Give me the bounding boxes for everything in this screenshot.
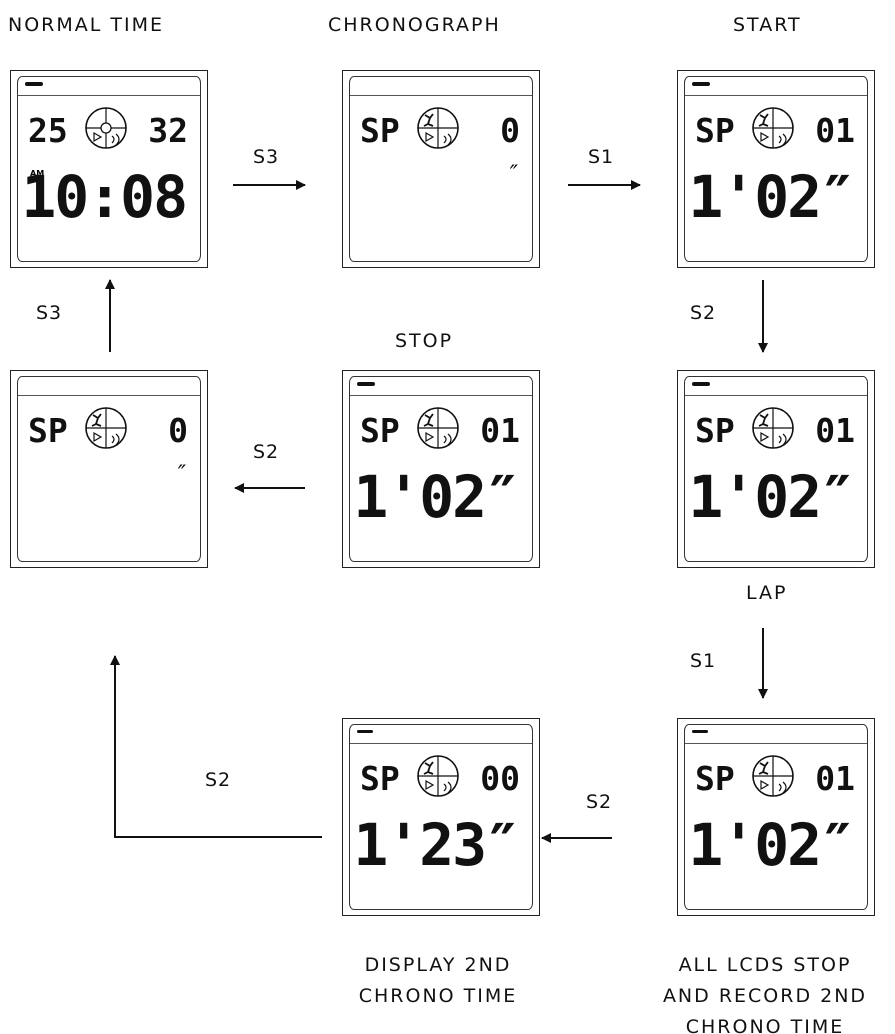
runner-dial-icon [416,406,460,450]
lcd-main-readout: 1'02″ [353,463,520,531]
runner-dial-blinking-icon [751,106,795,150]
lcd-screen: SP 00 1'23″ [349,724,533,910]
lcd-display-2nd-chrono: SP 00 1'23″ [342,718,540,916]
battery-icon [357,730,373,733]
lcd-top-right: 01 [815,411,855,450]
lcd-top-left: SP [360,759,400,798]
lcd-top-right: 32 [148,111,188,150]
battery-icon [25,82,43,86]
seconds-tick: ″ [509,162,518,187]
chronograph-flow-diagram: NORMAL TIME CHRONOGRAPH START STOP LAP D… [0,0,895,1034]
battery-icon [692,382,710,386]
lcd-top-left: 25 [28,111,68,150]
lcd-reset: SP 0 ″ [10,370,208,568]
runner-dial-icon [416,106,460,150]
lcd-screen: SP 0 ″ [17,376,201,562]
battery-icon [692,82,710,86]
lcd-top-right: 0 [168,411,188,450]
lcd-main-readout: 1'02″ [688,463,855,531]
lcd-top-right: 01 [480,411,520,450]
runner-dial-icon [416,754,460,798]
lcd-screen: 25 32 AM 10:08 [17,76,201,262]
lcd-normal-time: 25 32 AM 10:08 [10,70,208,268]
lcd-stop: SP 01 1'02″ [342,370,540,568]
lcd-top-left: SP [360,411,400,450]
lcd-record-2nd-chrono: SP 01 1'02″ [677,718,875,916]
seconds-tick: ″ [177,462,186,487]
lcd-top-right: 01 [815,111,855,150]
lcd-screen: SP 01 1'02″ [684,724,868,910]
lcd-main-readout: 10:08 [21,163,188,231]
mode-dial-icon [84,106,128,150]
lcd-main-readout: 1'23″ [353,811,520,879]
lcd-top-left: SP [360,111,400,150]
lcd-top-left: SP [695,111,735,150]
lcd-screen: SP 01 1'02″ [684,376,868,562]
battery-icon [692,730,708,733]
lcd-lap: SP 01 1'02″ [677,370,875,568]
lcd-top-left: SP [695,411,735,450]
lcd-main-readout: 1'02″ [688,811,855,879]
runner-dial-icon [751,754,795,798]
lcd-top-left: SP [28,411,68,450]
runner-dial-blinking-icon [751,406,795,450]
lcd-top-left: SP [695,759,735,798]
lcd-chronograph: SP 0 ″ [342,70,540,268]
lcd-main-readout: 1'02″ [688,163,855,231]
lcd-screen: SP 01 1'02″ [684,76,868,262]
lcd-top-right: 00 [480,759,520,798]
battery-icon [357,382,375,386]
lcd-top-right: 0 [500,111,520,150]
lcd-screen: SP 0 ″ [349,76,533,262]
lcd-screen: SP 01 1'02″ [349,376,533,562]
runner-dial-icon [84,406,128,450]
arrow-display-to-reset [110,655,322,838]
lcd-start: SP 01 1'02″ [677,70,875,268]
lcd-top-right: 01 [815,759,855,798]
